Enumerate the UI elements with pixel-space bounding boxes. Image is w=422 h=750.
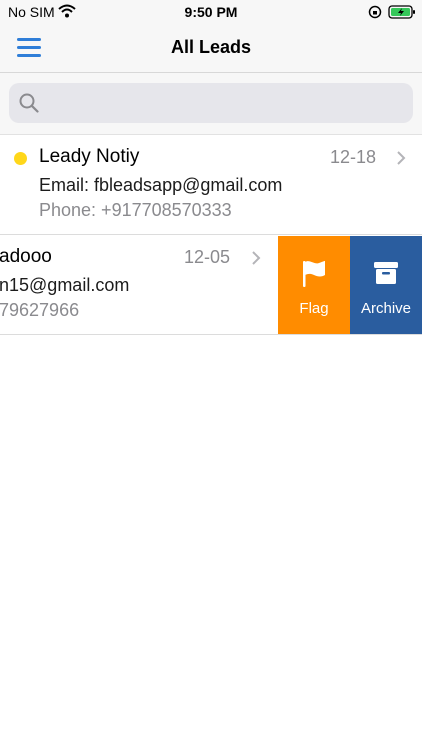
page-title: All Leads	[170, 37, 252, 57]
lead-name: Leady Notiy	[39, 146, 140, 167]
lead-row-content[interactable]: adooo 12-05 n15@gmail.com 79627966	[0, 236, 278, 334]
chevron-right-icon	[251, 250, 261, 271]
orientation-lock-icon	[368, 5, 382, 24]
search-input[interactable]	[49, 83, 408, 125]
search-bar	[0, 73, 422, 135]
search-icon	[19, 93, 39, 118]
status-bar: No SIM 9:50 PM	[0, 0, 422, 24]
archive-label: Archive	[360, 300, 412, 317]
battery-icon	[388, 5, 416, 24]
lead-row[interactable]: Leady Notiy 12-18 Email: fbleadsapp@gmai…	[0, 136, 422, 235]
lead-date: 12-05	[184, 247, 231, 267]
navigation-bar: All Leads	[0, 24, 422, 73]
lead-phone: 79627966	[0, 300, 80, 320]
lead-row-swiped[interactable]: adooo 12-05 n15@gmail.com 79627966 Flag …	[0, 236, 422, 335]
lead-phone: Phone: +917708570333	[39, 200, 232, 220]
unread-indicator	[14, 152, 27, 165]
search-field[interactable]	[9, 83, 413, 125]
status-time: 9:50 PM	[184, 4, 238, 20]
lead-name: adooo	[0, 246, 52, 267]
flag-label: Flag	[299, 300, 329, 317]
flag-button[interactable]: Flag	[278, 236, 350, 334]
chevron-right-icon	[396, 150, 406, 171]
lead-email: Email: fbleadsapp@gmail.com	[39, 175, 283, 195]
lead-date: 12-18	[330, 147, 377, 167]
lead-email: n15@gmail.com	[0, 275, 130, 295]
archive-button[interactable]: Archive	[350, 236, 422, 334]
